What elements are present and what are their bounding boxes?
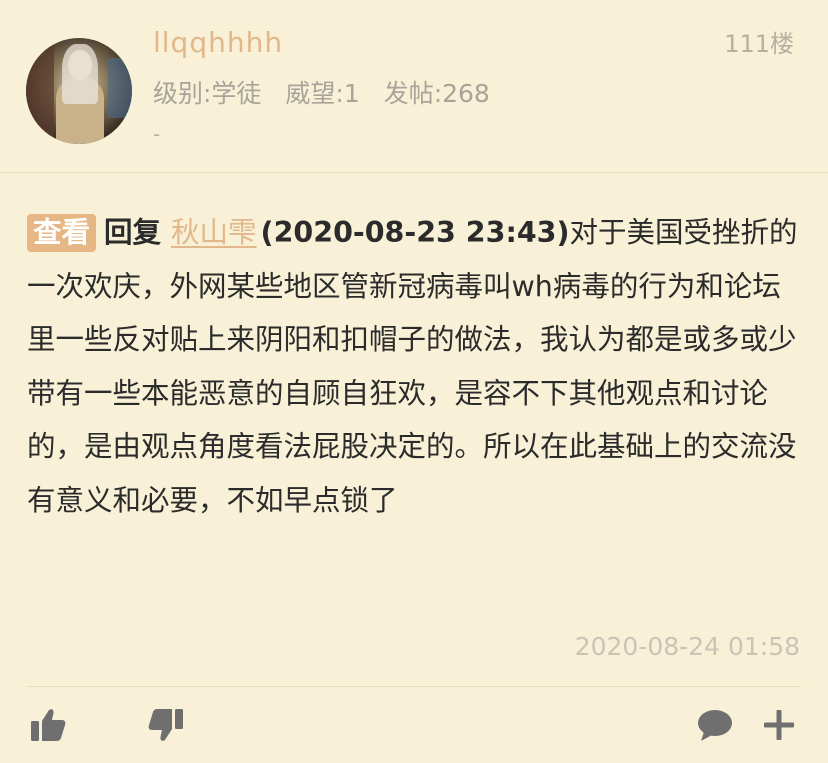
avatar[interactable]: [26, 38, 132, 144]
post-body: 对于美国受挫折的一次欢庆，外网某些地区管新冠病毒叫wh病毒的行为和论坛里一些反对…: [27, 216, 798, 517]
post-header: llqqhhhh 111楼 级别:学徒 威望:1 发帖:268 -: [0, 0, 828, 172]
comment-icon: [698, 710, 732, 741]
username[interactable]: llqqhhhh: [153, 26, 283, 59]
reply-label: 回复: [104, 216, 162, 249]
avatar-figure-head: [68, 50, 92, 80]
floor-number: 111楼: [724, 30, 794, 58]
footer-divider: [27, 686, 801, 687]
plus-icon: [764, 710, 794, 740]
post-content: 查看 回复 秋山雫 (2020-08-23 23:43)对于美国受挫折的一次欢庆，外网…: [27, 206, 805, 527]
comment-button[interactable]: [690, 700, 740, 750]
avatar-bg-left: [26, 38, 54, 144]
like-button[interactable]: [23, 700, 73, 750]
user-meta: 级别:学徒 威望:1 发帖:268: [153, 74, 490, 110]
quote-timestamp: (2020-08-23 23:43): [260, 216, 570, 249]
user-level: 级别:学徒: [153, 79, 262, 108]
avatar-bg-right: [108, 58, 132, 118]
dislike-button[interactable]: [141, 700, 191, 750]
thumbs-down-icon: [148, 709, 183, 741]
user-prestige: 威望:1: [285, 79, 360, 108]
post-timestamp: 2020-08-24 01:58: [574, 632, 800, 661]
add-button[interactable]: [754, 700, 804, 750]
header-divider: [0, 172, 828, 173]
user-post-count: 发帖:268: [383, 79, 490, 108]
thumbs-up-icon: [31, 709, 66, 741]
user-signature: -: [153, 122, 161, 146]
view-tag[interactable]: 查看: [27, 214, 97, 252]
reply-to-user[interactable]: 秋山雫: [171, 216, 257, 249]
